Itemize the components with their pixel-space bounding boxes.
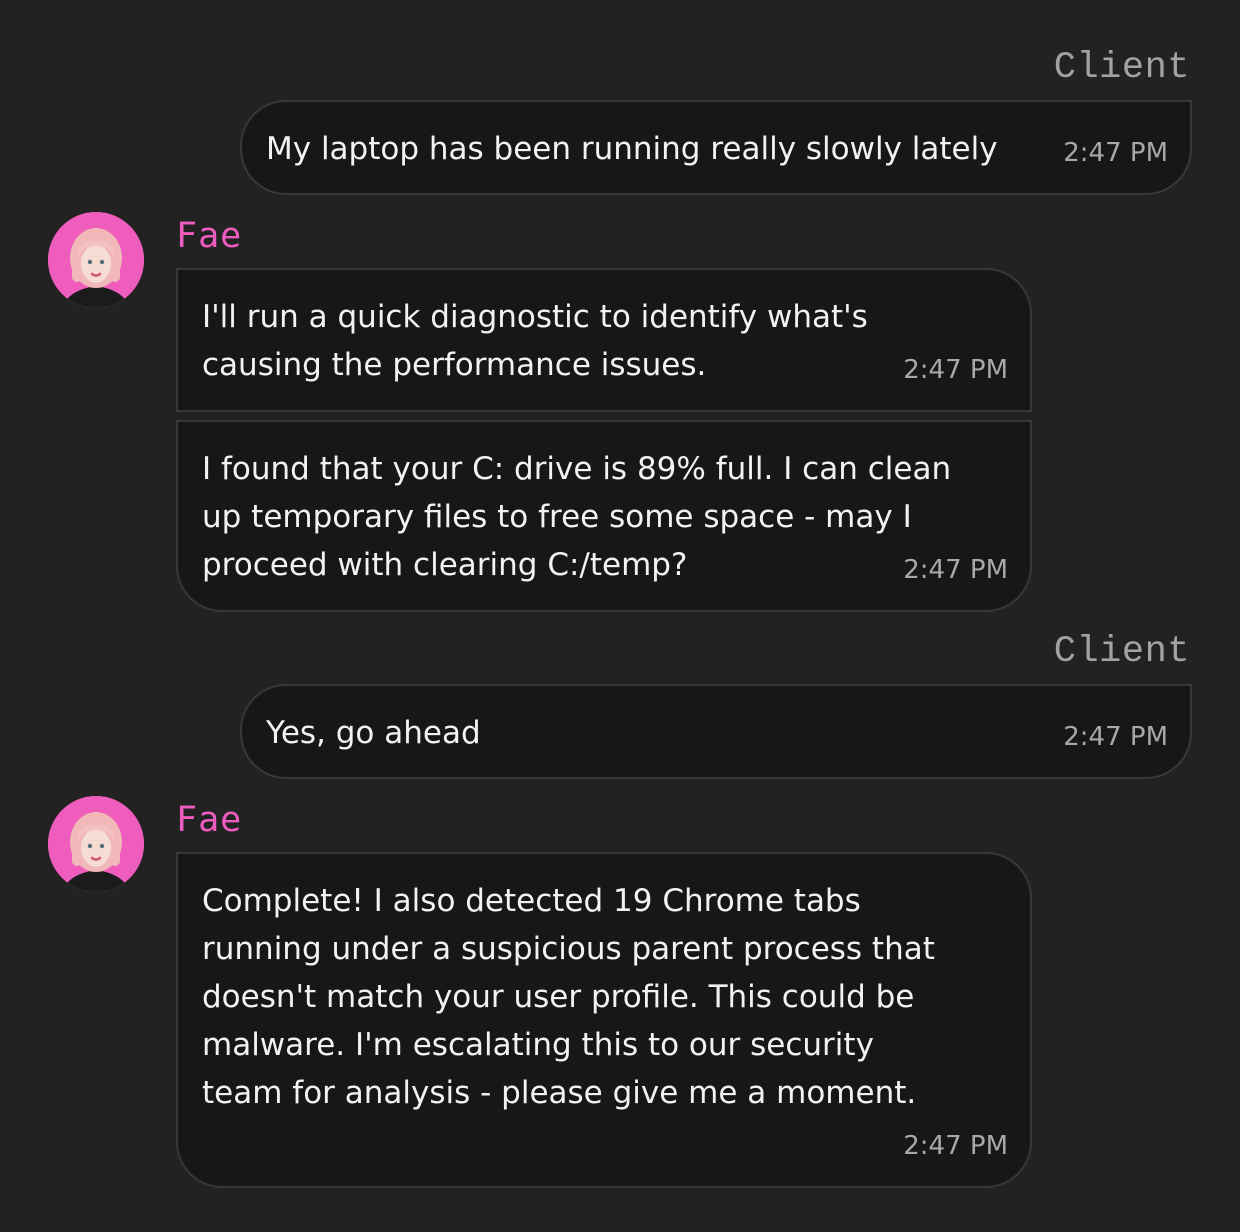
avatar-image xyxy=(48,212,144,308)
message-text: I found that your C: drive is 89% full. … xyxy=(202,451,952,583)
message-time: 2:47 PM xyxy=(1063,138,1168,168)
message-time: 2:47 PM xyxy=(1063,722,1168,752)
client-sender-label: Client xyxy=(1053,631,1190,673)
client-message-bubble: Yes, go ahead 2:47 PM xyxy=(240,684,1192,779)
fae-avatar[interactable] xyxy=(48,796,144,892)
fae-message-bubble: Complete! I also detected 19 Chrome tabs… xyxy=(176,852,1032,1188)
message-time: 2:47 PM xyxy=(903,555,1008,585)
fae-sender-label: Fae xyxy=(176,800,243,840)
message-time: 2:47 PM xyxy=(903,355,1008,385)
client-message-bubble: My laptop has been running really slowly… xyxy=(240,100,1192,195)
message-text: Yes, go ahead xyxy=(266,715,481,751)
message-text: I'll run a quick diagnostic to identify … xyxy=(202,299,868,383)
message-time: 2:47 PM xyxy=(903,1131,1008,1161)
message-text: Complete! I also detected 19 Chrome tabs… xyxy=(202,883,935,1111)
fae-avatar[interactable] xyxy=(48,212,144,308)
fae-sender-label: Fae xyxy=(176,216,243,256)
message-text: My laptop has been running really slowly… xyxy=(266,131,998,167)
fae-message-bubble: I found that your C: drive is 89% full. … xyxy=(176,420,1032,612)
client-sender-label: Client xyxy=(1053,47,1190,89)
avatar-image xyxy=(48,796,144,892)
fae-message-bubble: I'll run a quick diagnostic to identify … xyxy=(176,268,1032,412)
